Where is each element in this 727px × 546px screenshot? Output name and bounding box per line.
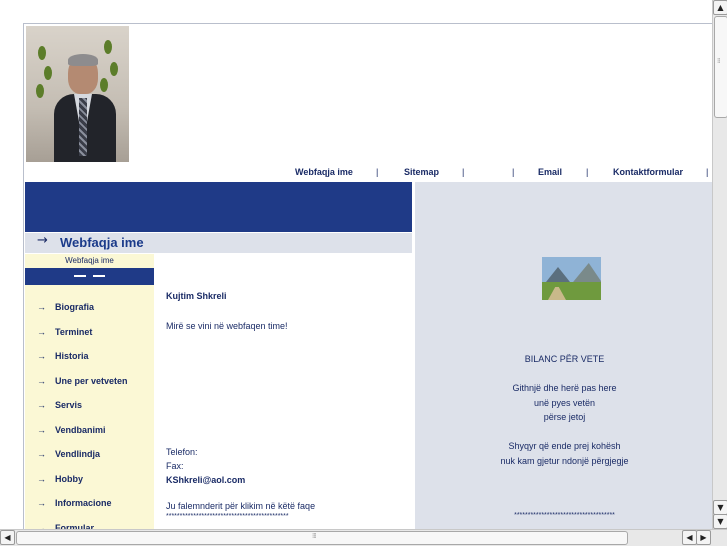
sidebar-item-vendbanimi[interactable]: → Vendbanimi <box>37 425 106 443</box>
arrow-icon: → <box>37 302 46 312</box>
profile-photo <box>26 26 129 162</box>
topnav-separator: | <box>706 167 709 177</box>
sidebar-item-label: Historia <box>55 351 89 361</box>
arrow-icon: → <box>37 351 46 361</box>
sidebar-header-bar <box>25 268 154 285</box>
scroll-right-button[interactable]: ▶ <box>696 530 711 545</box>
sidebar-item-informacione[interactable]: → Informacione <box>37 498 112 516</box>
breadcrumb[interactable]: Webfaqja ime <box>25 254 154 267</box>
welcome-text: Mirë se vini në webfaqen time! <box>166 321 288 331</box>
sidebar-item-hobby[interactable]: → Hobby <box>37 474 83 492</box>
arrow-icon: → <box>37 327 46 337</box>
poem-line: përse jetoj <box>543 412 586 422</box>
arrow-icon: → <box>37 376 46 386</box>
arrow-icon: → <box>37 449 46 459</box>
sidebar-item-servis[interactable]: → Servis <box>37 400 82 418</box>
poem-title: BILANC PËR VETE <box>524 354 605 364</box>
sidebar-item-terminet[interactable]: → Terminet <box>37 327 92 345</box>
arrow-icon: → <box>37 474 46 484</box>
arrow-icon: → <box>37 425 46 435</box>
topnav-link-sitemap[interactable]: Sitemap <box>404 167 439 177</box>
topnav-separator: | <box>376 167 379 177</box>
topnav-separator: | <box>586 167 589 177</box>
poem-line: unë pyes vetën <box>533 398 596 408</box>
poem-line: Githnjë dhe herë pas here <box>512 383 617 393</box>
grip-icon: ⁞⁞ <box>717 57 721 65</box>
scroll-down-button[interactable]: ▼ <box>713 500 727 515</box>
sidebar: Webfaqja ime → Biografia → Terminet → Histo… <box>25 254 154 534</box>
poem-stars: ************************************* <box>514 512 615 519</box>
sidebar-item-label: Une per vetveten <box>55 376 128 386</box>
page-title: Webfaqja ime <box>60 235 144 250</box>
sidebar-item-label: Informacione <box>55 498 112 508</box>
arrow-icon: → <box>37 498 46 508</box>
scroll-left-button-2[interactable]: ◀ <box>682 530 697 545</box>
sidebar-item-label: Servis <box>55 400 83 410</box>
sidebar-item-historia[interactable]: → Historia <box>37 351 89 369</box>
poem-line: nuk kam gjetur ndonjë përgjegje <box>500 456 629 466</box>
topnav-separator: | <box>512 167 515 177</box>
thanks-text: Ju falemnderit për klikim në këtë faqe <box>166 501 316 511</box>
sidebar-item-vendlindja[interactable]: → Vendlindja <box>37 449 100 467</box>
owner-name: Kujtim Shkreli <box>166 291 227 301</box>
page-frame: Webfaqja ime | Sitemap | | Email | Konta… <box>23 23 714 534</box>
scroll-up-button[interactable]: ▲ <box>713 0 727 15</box>
topnav-link-contact[interactable]: Kontaktformular <box>613 167 683 177</box>
sidebar-item-biografia[interactable]: → Biografia <box>37 302 94 320</box>
arrow-icon: → <box>37 400 46 410</box>
stars-divider: ****************************************… <box>166 513 289 520</box>
topnav-separator: | <box>462 167 465 177</box>
landscape-image <box>542 257 601 300</box>
topnav-link-email[interactable]: Email <box>538 167 562 177</box>
grip-icon: ⁞⁞⁞ <box>312 532 317 540</box>
sidebar-item-une-per-vetveten[interactable]: → Une per vetveten <box>37 376 128 394</box>
poem-line: Shyqyr që ende prej kohësh <box>508 441 621 451</box>
header-banner <box>25 182 412 232</box>
horizontal-scroll-thumb[interactable]: ⁞⁞⁞ <box>16 531 628 545</box>
scroll-down-button-2[interactable]: ▼ <box>713 514 727 529</box>
sidebar-item-label: Hobby <box>55 474 83 484</box>
sidebar-item-label: Terminet <box>55 327 93 337</box>
vertical-scroll-thumb[interactable]: ⁞⁞ <box>714 16 727 118</box>
fax-label: Fax: <box>166 461 184 471</box>
dash-icon <box>93 275 105 277</box>
sidebar-item-label: Vendbanimi <box>55 425 106 435</box>
dash-icon <box>74 275 86 277</box>
sidebar-item-label: Biografia <box>55 302 95 312</box>
page-title-bar: → Webfaqja ime <box>25 233 412 253</box>
vertical-scrollbar[interactable]: ▲ ⁞⁞ ▼ ▼ <box>712 0 727 529</box>
horizontal-scrollbar[interactable]: ◀ ⁞⁞⁞ ◀ ▶ <box>0 529 727 546</box>
sidebar-item-label: Vendlindja <box>55 449 101 459</box>
email-link[interactable]: KShkreli@aol.com <box>166 475 245 485</box>
phone-label: Telefon: <box>166 447 198 457</box>
topnav-link-home[interactable]: Webfaqja ime <box>295 167 353 177</box>
scroll-left-button[interactable]: ◀ <box>0 530 15 545</box>
arrow-icon: → <box>37 233 48 248</box>
